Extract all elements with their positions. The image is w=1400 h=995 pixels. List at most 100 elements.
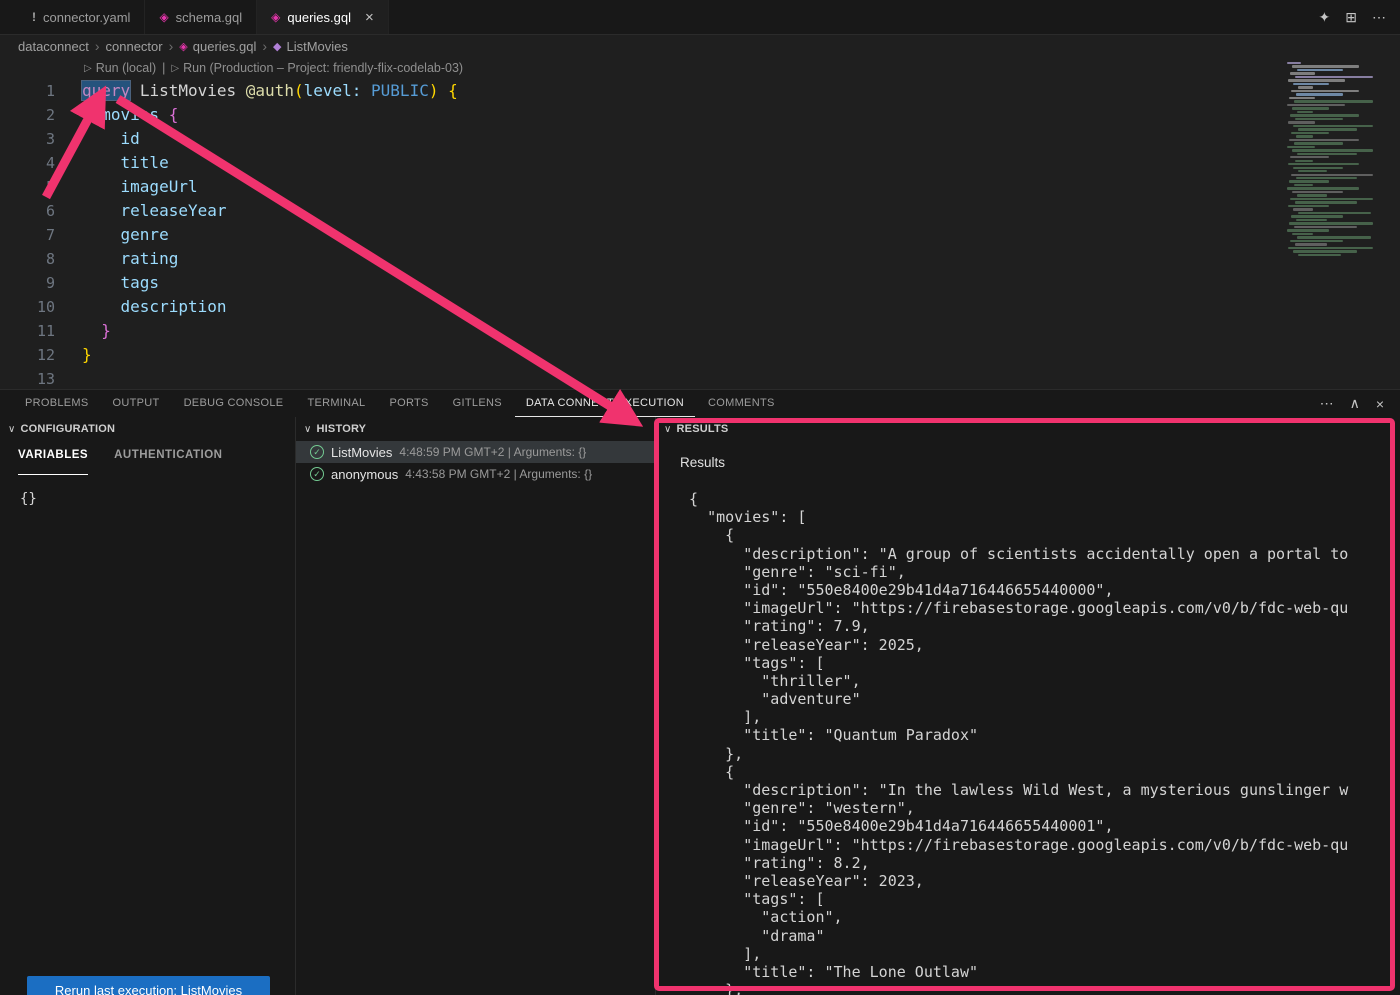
minimap-line (1297, 153, 1357, 155)
minimap-line (1287, 187, 1359, 189)
breadcrumb-item-listmovies[interactable]: ◆ ListMovies (273, 39, 348, 54)
minimap-line (1292, 191, 1343, 193)
rerun-button[interactable]: Rerun last execution: ListMovies (27, 976, 270, 995)
config-tab-variables[interactable]: VARIABLES (18, 449, 88, 475)
panel-tab-terminal[interactable]: TERMINAL (296, 390, 376, 417)
close-panel-icon[interactable]: × (1376, 396, 1384, 412)
chevron-down-icon: ∨ (8, 424, 16, 435)
json-line: "rating": 7.9, (680, 617, 1400, 635)
results-header[interactable]: ∨ RESULTS (656, 417, 1400, 441)
panel-tab-gitlens[interactable]: GITLENS (442, 390, 513, 417)
split-editor-icon[interactable]: ⊞ (1345, 9, 1357, 26)
sparkle-icon[interactable]: ✦ (1319, 9, 1331, 26)
minimap-line (1293, 208, 1313, 210)
editor-actions: ✦ ⊞ ⋯ (1319, 0, 1400, 34)
json-line: "imageUrl": "https://firebasestorage.goo… (680, 599, 1400, 617)
line-number: 8 (0, 247, 55, 271)
code-line-1[interactable]: 1query ListMovies @auth(level: PUBLIC) { (0, 79, 1280, 103)
breadcrumb-item-queries.gql[interactable]: ◈queries.gql (179, 39, 256, 54)
history-item-anonymous[interactable]: ✓anonymous4:43:58 PM GMT+2 | Arguments: … (296, 463, 655, 485)
json-line: "id": "550e8400e29b41d4a716446655440001"… (680, 817, 1400, 835)
minimap-line (1296, 177, 1357, 179)
code-line-8[interactable]: 8 rating (0, 247, 1280, 271)
json-line: "imageUrl": "https://firebasestorage.goo… (680, 836, 1400, 854)
tab-queries.gql[interactable]: ◈queries.gql× (257, 0, 389, 34)
code-line-6[interactable]: 6 releaseYear (0, 199, 1280, 223)
panel-tab-output[interactable]: OUTPUT (102, 390, 171, 417)
close-icon[interactable]: × (365, 10, 374, 25)
minimap-line (1287, 104, 1345, 106)
minimap-line (1297, 194, 1327, 196)
history-header[interactable]: ∨ HISTORY (296, 417, 655, 441)
minimap-line (1298, 86, 1313, 88)
code-line-2[interactable]: 2 movies { (0, 103, 1280, 127)
line-number: 10 (0, 295, 55, 319)
editor-tab-bar: !connector.yaml◈schema.gql◈queries.gql× … (0, 0, 1400, 35)
symbol-icon: ◆ (273, 40, 281, 53)
minimap-line (1288, 247, 1373, 249)
code-line-12[interactable]: 12} (0, 343, 1280, 367)
results-title: Results (680, 455, 1400, 470)
code-area: 1query ListMovies @auth(level: PUBLIC) {… (0, 79, 1280, 389)
minimap-line (1287, 229, 1329, 231)
code-line-10[interactable]: 10 description (0, 295, 1280, 319)
json-line: "tags": [ (680, 890, 1400, 908)
line-number: 9 (0, 271, 55, 295)
run-local-link[interactable]: ▷ Run (local) (84, 61, 156, 75)
minimap-line (1290, 198, 1373, 200)
json-line: { (680, 526, 1400, 544)
code-line-11[interactable]: 11 } (0, 319, 1280, 343)
code-line-9[interactable]: 9 tags (0, 271, 1280, 295)
panel-tab-ports[interactable]: PORTS (378, 390, 439, 417)
minimap-line (1289, 139, 1359, 141)
tab-connector.yaml[interactable]: !connector.yaml (18, 0, 145, 34)
gql-icon: ◈ (179, 40, 187, 53)
minimap[interactable] (1284, 60, 1400, 310)
breadcrumb-label: ListMovies (287, 39, 348, 54)
history-item-listmovies[interactable]: ✓ ListMovies 4:48:59 PM GMT+2 | Arguments:… (296, 441, 655, 463)
minimap-line (1294, 226, 1357, 228)
panel-body: ∨ CONFIGURATION VARIABLESAUTHENTICATION … (0, 417, 1400, 995)
json-line: "genre": "sci-fi", (680, 563, 1400, 581)
breadcrumb: dataconnect›connector›◈queries.gql›◆List… (0, 35, 1400, 57)
minimap-line (1296, 219, 1327, 221)
code-line-5[interactable]: 5 imageUrl (0, 175, 1280, 199)
minimap-line (1298, 254, 1341, 256)
minimap-line (1294, 184, 1313, 186)
minimap-line (1297, 236, 1371, 238)
panel-tab-problems[interactable]: PROBLEMS (14, 390, 100, 417)
results-body[interactable]: Results { "movies": [ { "description": "… (656, 441, 1400, 995)
code-line-13[interactable]: 13 (0, 367, 1280, 389)
history-meta: 4:48:59 PM GMT+2 | Arguments: {} (399, 445, 586, 459)
maximize-panel-icon[interactable]: ∧ (1350, 395, 1360, 412)
minimap-line (1289, 180, 1329, 182)
check-icon: ✓ (310, 445, 324, 459)
more-actions-icon[interactable]: ⋯ (1320, 395, 1334, 412)
minimap-line (1292, 65, 1359, 67)
panel-tab-debug-console[interactable]: DEBUG CONSOLE (173, 390, 295, 417)
code-line-7[interactable]: 7 genre (0, 223, 1280, 247)
panel-tab-data-connect-execution[interactable]: DATA CONNECT EXECUTION (515, 390, 695, 417)
line-number: 7 (0, 223, 55, 247)
breadcrumb-item-connector[interactable]: connector (106, 39, 163, 54)
config-tab-authentication[interactable]: AUTHENTICATION (114, 449, 222, 475)
json-line: "description": "A group of scientists ac… (680, 545, 1400, 563)
minimap-line (1298, 128, 1357, 130)
configuration-header[interactable]: ∨ CONFIGURATION (0, 417, 295, 441)
json-line: { (680, 763, 1400, 781)
panel-tab-comments[interactable]: COMMENTS (697, 390, 786, 417)
minimap-line (1287, 62, 1301, 64)
more-actions-icon[interactable]: ⋯ (1372, 9, 1386, 26)
json-line: }, (680, 981, 1400, 995)
json-line: }, (680, 745, 1400, 763)
code-line-3[interactable]: 3 id (0, 127, 1280, 151)
breadcrumb-item-dataconnect[interactable]: dataconnect (18, 39, 89, 54)
code-line-4[interactable]: 4 title (0, 151, 1280, 175)
minimap-line (1292, 149, 1373, 151)
run-production-link[interactable]: ▷ Run (Production – Project: friendly-fl… (171, 61, 463, 75)
tab-schema.gql[interactable]: ◈schema.gql (145, 0, 257, 34)
minimap-line (1295, 76, 1373, 78)
history-name: ListMovies (331, 445, 392, 460)
json-line: ], (680, 945, 1400, 963)
breadcrumb-separator-icon: › (262, 38, 267, 54)
